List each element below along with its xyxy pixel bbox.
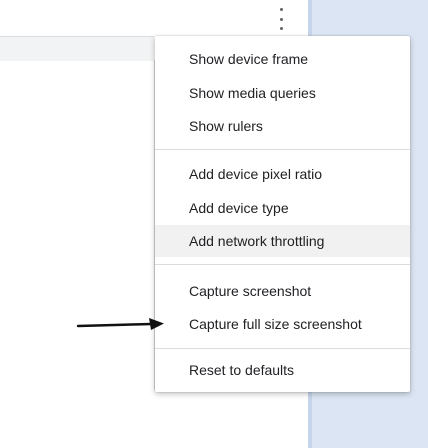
menu-item-add-device-type[interactable]: Add device type [155, 192, 410, 224]
device-options-menu: Show device frame Show media queries Sho… [155, 36, 410, 392]
toolbar-band [0, 36, 154, 61]
device-toolbar [0, 0, 308, 36]
menu-item-capture-screenshot[interactable]: Capture screenshot [155, 275, 410, 307]
menu-item-add-network-throttling[interactable]: Add network throttling [155, 225, 410, 257]
kebab-dot [279, 17, 283, 21]
menu-item-show-media-queries[interactable]: Show media queries [155, 77, 410, 109]
menu-item-add-device-pixel-ratio[interactable]: Add device pixel ratio [155, 158, 410, 190]
kebab-dot [279, 8, 283, 11]
more-options-icon[interactable] [276, 8, 286, 30]
menu-item-reset-to-defaults[interactable]: Reset to defaults [155, 354, 410, 386]
kebab-dot [279, 27, 283, 30]
annotation-arrow-icon [76, 318, 164, 330]
menu-separator [155, 348, 410, 349]
menu-item-show-device-frame[interactable]: Show device frame [155, 43, 410, 75]
menu-separator [155, 149, 410, 150]
menu-item-capture-full-size-screenshot[interactable]: Capture full size screenshot [155, 308, 410, 340]
menu-item-show-rulers[interactable]: Show rulers [155, 110, 410, 142]
menu-separator [155, 264, 410, 265]
